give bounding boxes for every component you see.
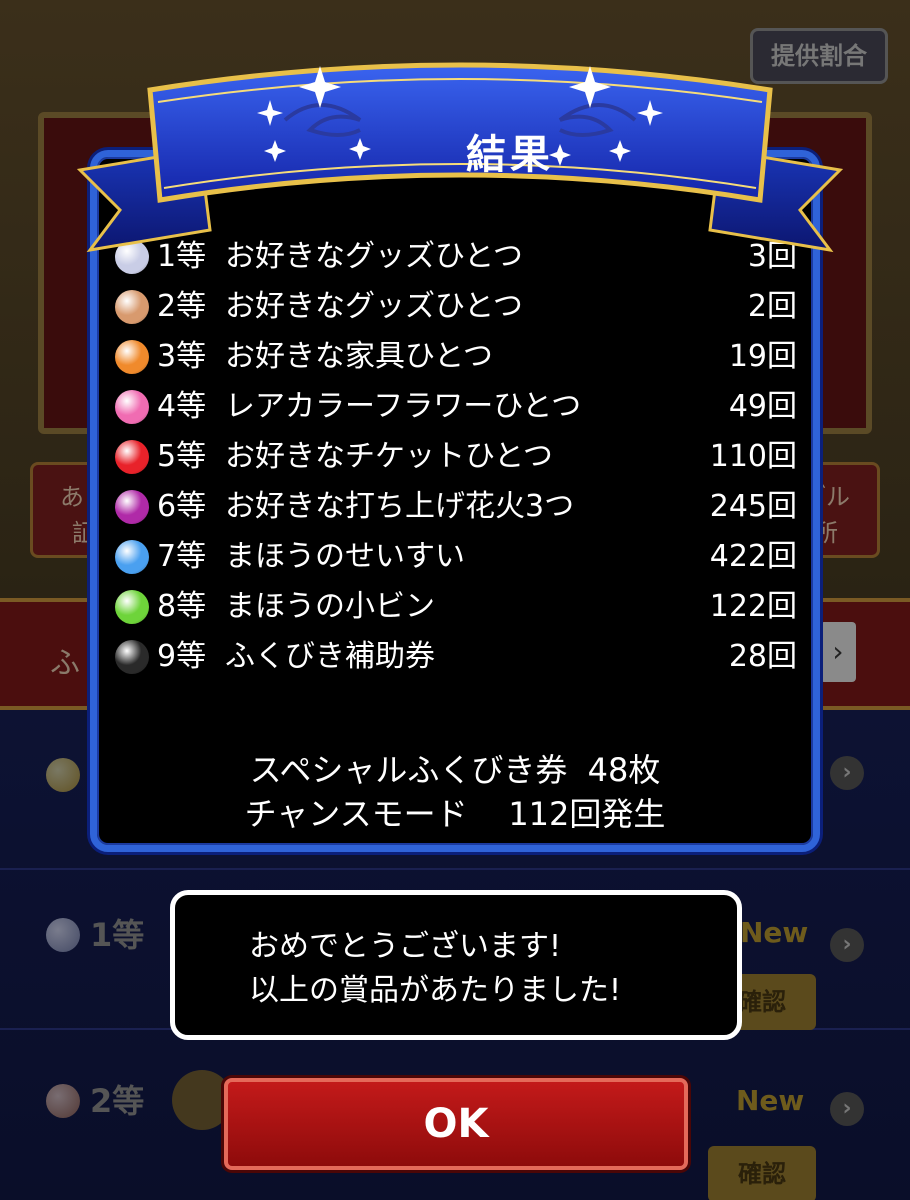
congratulations-message: おめでとうございます! 以上の賞品があたりました! — [170, 890, 742, 1040]
prize-orb-icon — [115, 440, 149, 474]
result-count: 49回 — [728, 389, 797, 424]
message-line-2: 以上の賞品があたりました! — [249, 973, 622, 1008]
result-row: 4等 レアカラーフラワーひとつ 49回 — [115, 382, 805, 432]
result-count: 2回 — [747, 289, 797, 324]
result-row: 6等 お好きな打ち上げ花火3つ 245回 — [115, 482, 805, 532]
medal-icon — [172, 1070, 232, 1130]
result-count: 422回 — [709, 539, 797, 574]
result-rank: 6等 — [157, 489, 207, 524]
chevron-right-icon: › — [830, 928, 864, 962]
background-band-text: ふ — [50, 646, 80, 681]
ok-button[interactable]: OK — [224, 1078, 688, 1170]
prize-orb-icon — [115, 540, 149, 574]
result-rank: 9等 — [157, 639, 207, 674]
result-count: 122回 — [709, 589, 797, 624]
list-item-rank: 1等 — [90, 916, 145, 954]
confirm-button[interactable]: 確認 — [708, 1146, 816, 1200]
result-row: 8等 まほうの小ビン 122回 — [115, 582, 805, 632]
result-count: 110回 — [709, 439, 797, 474]
prize-orb-icon — [115, 590, 149, 624]
result-prize: お好きなチケットひとつ — [225, 439, 553, 474]
chance-mode-summary: チャンスモード 112回発生 — [244, 795, 666, 833]
result-rank: 2等 — [157, 289, 207, 324]
result-rank: 4等 — [157, 389, 207, 424]
result-row: 9等 ふくびき補助券 28回 — [115, 632, 805, 682]
title-ribbon: 結果 — [60, 50, 860, 260]
result-count: 245回 — [709, 489, 797, 524]
result-rank: 7等 — [157, 539, 207, 574]
result-rank: 3等 — [157, 339, 207, 374]
prize-orb-icon — [115, 340, 149, 374]
result-prize: お好きな家具ひとつ — [225, 339, 493, 374]
result-row: 7等 まほうのせいすい 422回 — [115, 532, 805, 582]
prize-orb-icon — [115, 490, 149, 524]
result-row: 3等 お好きな家具ひとつ 19回 — [115, 332, 805, 382]
new-badge: New — [740, 916, 809, 949]
result-prize: ふくびき補助券 — [225, 639, 435, 674]
chevron-right-icon: › — [830, 756, 864, 790]
result-row: 2等 お好きなグッズひとつ 2回 — [115, 282, 805, 332]
silver-orb-icon — [46, 918, 80, 952]
result-prize: レアカラーフラワーひとつ — [225, 389, 582, 424]
bronze-orb-icon — [46, 1084, 80, 1118]
chevron-right-icon: › — [820, 622, 856, 682]
result-rank: 8等 — [157, 589, 207, 624]
prize-orb-icon — [115, 640, 149, 674]
special-ticket-summary: スペシャルふくびき券 48枚 — [249, 751, 661, 789]
chevron-right-icon: › — [830, 1092, 864, 1126]
result-count: 19回 — [728, 339, 797, 374]
gold-orb-icon — [46, 758, 80, 792]
list-item-rank: 2等 — [90, 1082, 145, 1120]
prize-orb-icon — [115, 290, 149, 324]
new-badge: New — [736, 1084, 805, 1117]
result-prize: お好きなグッズひとつ — [225, 289, 523, 324]
result-count: 28回 — [728, 639, 797, 674]
prize-orb-icon — [115, 390, 149, 424]
message-line-1: おめでとうございます! — [249, 929, 562, 964]
result-row: 5等 お好きなチケットひとつ 110回 — [115, 432, 805, 482]
dialog-title: 結果 — [466, 132, 554, 178]
result-rank: 5等 — [157, 439, 207, 474]
result-prize: お好きな打ち上げ花火3つ — [225, 489, 575, 524]
result-prize: まほうのせいすい — [225, 539, 465, 574]
result-prize: まほうの小ビン — [225, 589, 435, 624]
